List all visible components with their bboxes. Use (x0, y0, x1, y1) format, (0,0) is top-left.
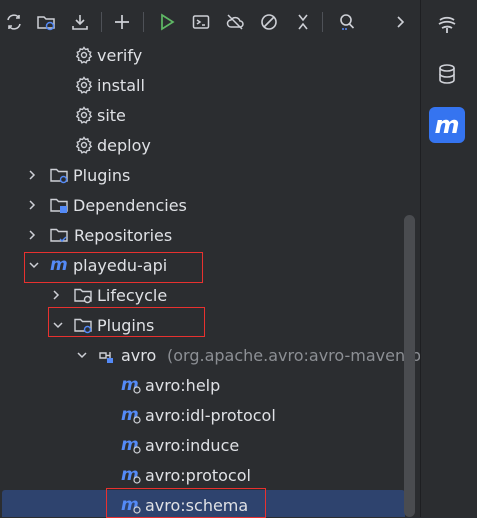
tree-item-label: Dependencies (73, 195, 187, 215)
maven-goal-icon: m (121, 465, 141, 485)
chevron-right-icon[interactable] (25, 198, 39, 212)
execute-goal-icon[interactable] (187, 8, 215, 36)
collapse-icon[interactable] (289, 8, 317, 36)
tree-item-deploy[interactable]: deploy (0, 130, 420, 160)
maven-goal-icon: m (121, 435, 141, 455)
reload-icon[interactable] (0, 8, 28, 36)
tree-item-verify[interactable]: verify (0, 40, 420, 70)
tree-item-label: Repositories (74, 225, 173, 245)
tree-item-label: avro:help (145, 375, 221, 395)
chevron-down-icon[interactable] (27, 258, 41, 272)
tree-item-label: playedu-api (73, 255, 168, 275)
skip-tests-icon[interactable] (255, 8, 283, 36)
tree-item-project[interactable]: m playedu-api (0, 250, 420, 280)
toolbar-separator (322, 12, 323, 32)
maven-goal-icon: m (121, 375, 141, 395)
maven-goal-icon: m (121, 405, 141, 425)
gear-icon (74, 75, 94, 95)
tree-item-label: Plugins (73, 165, 131, 185)
maven-toolbar (0, 0, 420, 44)
tree-item-lifecycle[interactable]: Lifecycle (0, 280, 420, 310)
gear-icon (74, 135, 94, 155)
toolbar-separator (101, 12, 102, 32)
download-icon[interactable] (66, 8, 94, 36)
plugins-folder-icon (49, 165, 69, 185)
chevron-down-icon[interactable] (75, 348, 89, 362)
tree-item-label: avro:idl-protocol (145, 405, 276, 425)
analyze-icon[interactable] (333, 8, 361, 36)
vertical-scrollbar[interactable] (404, 215, 415, 517)
tree-item-label: avro:schema (145, 495, 249, 515)
tree-item-avro-plugin[interactable]: avro (org.apache.avro:avro-maven-plug (0, 340, 420, 370)
plugin-coordinates: (org.apache.avro:avro-maven-plug (167, 345, 420, 365)
tree-item-label: site (97, 105, 126, 125)
right-tool-window-bar: m (420, 0, 477, 517)
tree-item-goal-induce[interactable]: m avro:induce (0, 430, 420, 460)
maven-goal-icon: m (121, 495, 141, 515)
tree-item-label: avro (121, 345, 157, 365)
tree-item-site[interactable]: site (0, 100, 420, 130)
tree-item-install[interactable]: install (0, 70, 420, 100)
toolbar-separator (143, 12, 144, 32)
plugin-icon (97, 345, 117, 365)
tree-item-label: avro:induce (145, 435, 240, 455)
toggle-offline-icon[interactable] (221, 8, 249, 36)
database-icon[interactable] (429, 56, 465, 92)
more-icon[interactable] (386, 8, 414, 36)
maven-icon: m (49, 255, 69, 275)
tree-item-label: install (97, 75, 145, 95)
chevron-right-icon[interactable] (49, 288, 63, 302)
tree-item-label: avro:protocol (145, 465, 251, 485)
plugins-folder-icon (73, 315, 93, 335)
tree-item-repositories[interactable]: Repositories (0, 220, 420, 250)
reimport-icon[interactable] (32, 8, 60, 36)
lifecycle-folder-icon (73, 285, 93, 305)
tree-item-plugins[interactable]: Plugins (0, 160, 420, 190)
svg-text:m: m (50, 255, 68, 275)
chevron-down-icon[interactable] (51, 318, 65, 332)
tree-item-project-plugins[interactable]: Plugins (0, 310, 420, 340)
gear-icon (74, 105, 94, 125)
ai-assistant-icon[interactable] (429, 6, 465, 42)
tree-item-goal-schema[interactable]: m avro:schema (2, 490, 405, 517)
tree-item-label: deploy (97, 135, 151, 155)
dependencies-folder-icon (49, 195, 69, 215)
run-icon[interactable] (153, 8, 181, 36)
gear-icon (74, 45, 94, 65)
maven-icon[interactable]: m (429, 107, 465, 143)
tree-item-goal-idl-protocol[interactable]: m avro:idl-protocol (0, 400, 420, 430)
maven-glyph: m (434, 111, 460, 139)
repositories-folder-icon (49, 225, 69, 245)
tree-item-label: Lifecycle (97, 285, 168, 305)
chevron-right-icon[interactable] (25, 168, 39, 182)
chevron-right-icon[interactable] (25, 228, 39, 242)
tree-item-label: Plugins (97, 315, 155, 335)
tree-item-goal-help[interactable]: m avro:help (0, 370, 420, 400)
maven-project-tree: verify install site deploy Plugins Depen… (0, 40, 420, 517)
add-icon[interactable] (108, 8, 136, 36)
tree-item-dependencies[interactable]: Dependencies (0, 190, 420, 220)
tree-item-goal-protocol[interactable]: m avro:protocol (0, 460, 420, 490)
tree-item-label: verify (97, 45, 143, 65)
